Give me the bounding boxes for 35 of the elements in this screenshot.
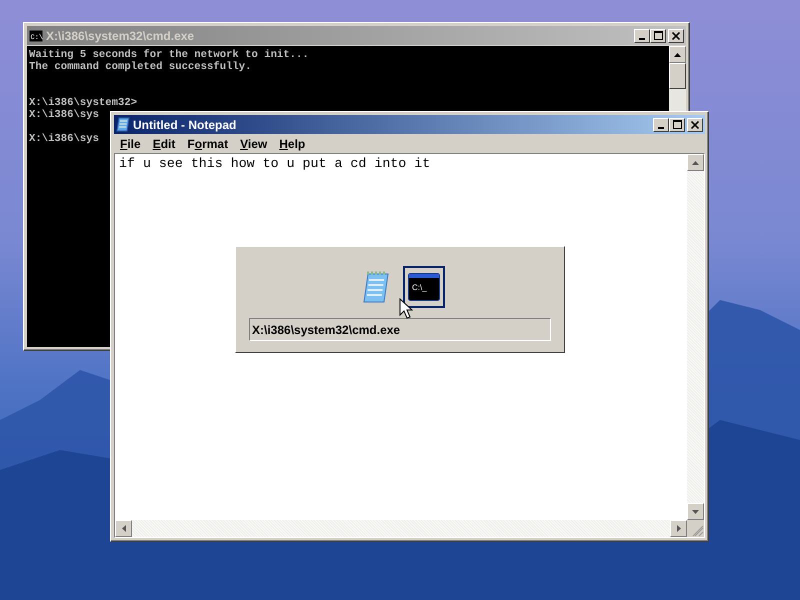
minimize-icon <box>639 38 645 40</box>
mouse-pointer-icon <box>399 298 413 320</box>
vertical-scrollbar[interactable] <box>687 154 704 520</box>
menu-item[interactable]: File <box>114 136 147 152</box>
left-arrow-icon <box>122 525 126 532</box>
horizontal-scrollbar[interactable] <box>115 520 687 537</box>
console-line: X:\i386\system32> <box>29 97 138 109</box>
menu-item[interactable]: Format <box>181 136 234 152</box>
window-path-label: X:\i386\system32\cmd.exe <box>249 318 551 341</box>
console-line: X:\i386\sys <box>29 133 99 145</box>
window-title: Untitled - Notepad <box>133 118 238 132</box>
resize-grip-icon <box>692 525 704 537</box>
menu-item[interactable]: View <box>234 136 274 152</box>
window-thumbnail[interactable]: C:\_ <box>403 266 445 308</box>
console-icon: C:\_ <box>408 273 440 301</box>
console-line: Waiting 5 seconds for the network to init... <box>29 49 309 61</box>
notepad-icon <box>116 117 130 132</box>
console-line: X:\i386\sys <box>29 109 99 121</box>
right-arrow-icon <box>676 525 680 532</box>
maximize-icon <box>654 31 662 40</box>
minimize-button[interactable] <box>653 118 669 132</box>
down-arrow-icon <box>692 510 699 514</box>
minimize-icon <box>658 126 664 128</box>
notepad-icon <box>362 271 390 303</box>
close-icon <box>672 32 680 40</box>
maximize-button[interactable] <box>669 118 685 132</box>
close-icon <box>691 120 699 128</box>
close-button[interactable] <box>687 118 703 132</box>
up-arrow-icon <box>674 52 681 56</box>
console-line: The command completed successfully. <box>29 61 252 73</box>
maximize-icon <box>672 120 682 129</box>
window-title: X:\i386\system32\cmd.exe <box>46 28 196 42</box>
menu-item[interactable]: Edit <box>146 136 182 152</box>
up-arrow-icon <box>692 160 699 164</box>
menu-item[interactable]: Help <box>273 136 312 152</box>
